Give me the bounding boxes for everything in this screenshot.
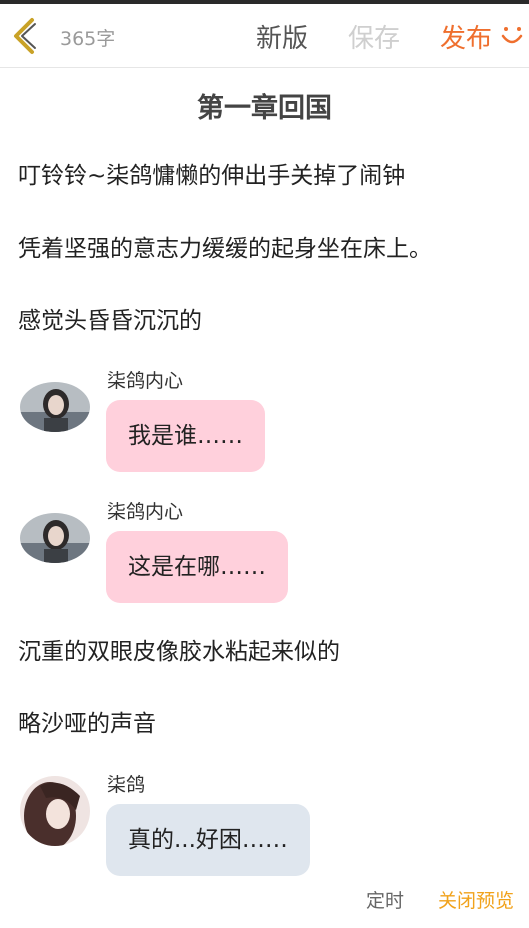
editor-page: 365字 新版 保存 发布 第一章回国 叮铃铃~柒鸽慵懒的伸出手关掉了闹钟 凭着… xyxy=(0,0,529,928)
avatar[interactable] xyxy=(20,382,90,432)
editor-header: 365字 新版 保存 发布 xyxy=(0,4,529,68)
chat-bubble: 真的...好困…… xyxy=(106,804,310,876)
speaker-name: 柒鸽 xyxy=(107,774,146,796)
paragraph: 感觉头昏昏沉沉的 xyxy=(18,308,202,334)
word-count: 365字 xyxy=(60,28,116,50)
close-preview-button[interactable]: 关闭预览 xyxy=(438,886,514,913)
smile-icon[interactable] xyxy=(500,24,524,48)
chat-bubble: 我是谁…… xyxy=(106,400,265,472)
publish-button[interactable]: 发布 xyxy=(440,18,492,55)
paragraph: 略沙哑的声音 xyxy=(18,711,156,737)
avatar[interactable] xyxy=(20,513,90,563)
avatar[interactable] xyxy=(20,776,90,846)
save-button[interactable]: 保存 xyxy=(348,18,400,55)
speaker-name: 柒鸽内心 xyxy=(107,501,184,523)
new-version-button[interactable]: 新版 xyxy=(256,18,308,55)
paragraph: 沉重的双眼皮像胶水粘起来似的 xyxy=(18,639,340,665)
chevron-left-icon[interactable] xyxy=(8,16,42,56)
paragraph: 凭着坚强的意志力缓缓的起身坐在床上。 xyxy=(18,236,432,262)
timer-button[interactable]: 定时 xyxy=(366,886,404,913)
chapter-title: 第一章回国 xyxy=(197,93,332,124)
speaker-name: 柒鸽内心 xyxy=(107,370,184,392)
paragraph: 叮铃铃~柒鸽慵懒的伸出手关掉了闹钟 xyxy=(18,163,406,189)
chat-bubble: 这是在哪…… xyxy=(106,531,288,603)
